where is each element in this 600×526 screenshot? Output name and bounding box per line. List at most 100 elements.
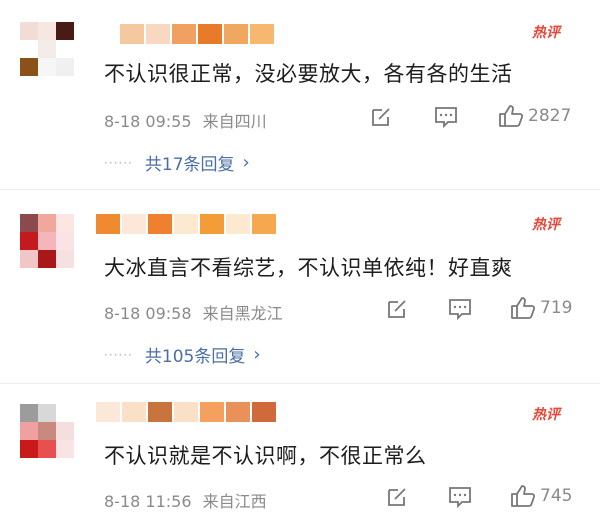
chevron-right-icon: › — [242, 152, 250, 173]
thumbs-up-icon — [511, 485, 536, 507]
avatar[interactable] — [20, 404, 74, 458]
like-count: 745 — [540, 486, 573, 506]
avatar-mosaic-cell — [56, 22, 74, 40]
username-mosaic-cell — [148, 214, 172, 234]
repost-button[interactable] — [386, 486, 408, 508]
avatar-mosaic-cell — [20, 440, 38, 458]
comment-icon — [449, 299, 471, 320]
username-mosaic-cell — [198, 24, 222, 44]
like-count: 2827 — [528, 106, 572, 126]
like-count: 719 — [540, 298, 573, 318]
avatar-mosaic-cell — [20, 404, 38, 422]
avatar-mosaic-cell — [56, 232, 74, 250]
avatar[interactable] — [20, 22, 74, 76]
avatar-mosaic-cell — [38, 214, 56, 232]
replies-count: 共105条回复 — [144, 347, 246, 367]
avatar-mosaic-cell — [20, 58, 38, 76]
comment-time: 8-18 11:56 — [104, 492, 192, 511]
username-mosaic-cell — [122, 214, 146, 234]
comment-icon — [449, 487, 471, 508]
avatar-mosaic-cell — [20, 22, 38, 40]
avatar-mosaic-cell — [38, 250, 56, 268]
username-mosaic-cell — [146, 24, 170, 44]
comment-time: 8-18 09:55 — [104, 112, 192, 131]
username-mosaic-cell — [174, 214, 198, 234]
username-mosaic-cell — [200, 402, 224, 422]
avatar-mosaic-cell — [56, 40, 74, 58]
avatar-mosaic-cell — [38, 22, 56, 40]
view-replies-link[interactable]: ······ 共17条回复 › — [104, 150, 250, 175]
comment-text: 大冰直言不看综艺，不认识单依纯！好直爽 — [104, 256, 513, 280]
comment-icon — [435, 107, 457, 128]
hot-comment-badge: 热评 — [532, 217, 560, 233]
username[interactable] — [96, 214, 276, 234]
avatar-mosaic-cell — [20, 232, 38, 250]
like-button[interactable]: 719 — [510, 296, 572, 320]
comment-meta: 8-18 09:58 来自黑龙江 — [104, 300, 283, 324]
reply-button[interactable] — [448, 298, 472, 320]
username-mosaic-cell — [172, 24, 196, 44]
comment-item: 热评 不认识就是不认识啊，不很正常么 8-18 11:56 来自江西 745 — [0, 384, 600, 526]
avatar[interactable] — [20, 214, 74, 268]
comment-meta: 8-18 09:55 来自四川 — [104, 108, 267, 132]
comment-text: 不认识很正常，没必要放大，各有各的生活 — [104, 62, 513, 86]
avatar-mosaic-cell — [38, 58, 56, 76]
hot-comment-badge: 热评 — [532, 407, 560, 423]
replies-count: 共17条回复 — [144, 155, 235, 175]
username-mosaic-cell — [96, 214, 120, 234]
comment-text: 不认识就是不认识啊，不很正常么 — [104, 444, 427, 468]
username-mosaic-cell — [120, 24, 144, 44]
comment-location: 来自江西 — [202, 492, 267, 511]
avatar-mosaic-cell — [56, 250, 74, 268]
view-replies-link[interactable]: ······ 共105条回复 › — [104, 342, 261, 367]
repost-icon — [388, 488, 406, 506]
avatar-mosaic-cell — [38, 232, 56, 250]
reply-button[interactable] — [448, 486, 472, 508]
username-mosaic-cell — [200, 214, 224, 234]
reply-button[interactable] — [434, 106, 458, 128]
repost-icon — [388, 300, 406, 318]
avatar-mosaic-cell — [38, 404, 56, 422]
avatar-mosaic-cell — [56, 440, 74, 458]
dots-decoration: ······ — [104, 155, 133, 170]
username-mosaic-cell — [226, 214, 250, 234]
username[interactable] — [96, 402, 276, 422]
username-mosaic-cell — [174, 402, 198, 422]
thumbs-up-icon — [511, 297, 536, 319]
username-mosaic-cell — [96, 402, 120, 422]
avatar-mosaic-cell — [38, 422, 56, 440]
avatar-mosaic-cell — [56, 214, 74, 232]
comment-location: 来自四川 — [202, 112, 267, 131]
repost-icon — [372, 108, 390, 126]
hot-comment-badge: 热评 — [532, 25, 560, 41]
avatar-mosaic-cell — [20, 250, 38, 268]
avatar-mosaic-cell — [56, 404, 74, 422]
avatar-mosaic-cell — [20, 214, 38, 232]
chevron-right-icon: › — [253, 344, 261, 365]
comment-item: 热评 大冰直言不看综艺，不认识单依纯！好直爽 8-18 09:58 来自黑龙江 … — [0, 190, 600, 384]
repost-button[interactable] — [370, 106, 392, 128]
comment-meta: 8-18 11:56 来自江西 — [104, 488, 267, 512]
username[interactable] — [120, 24, 274, 44]
avatar-mosaic-cell — [38, 40, 56, 58]
comment-location: 来自黑龙江 — [202, 304, 283, 323]
comment-item: 热评 不认识很正常，没必要放大，各有各的生活 8-18 09:55 来自四川 2… — [0, 0, 600, 190]
like-button[interactable]: 2827 — [498, 104, 571, 128]
comment-time: 8-18 09:58 — [104, 304, 192, 323]
dots-decoration: ······ — [104, 347, 133, 362]
username-mosaic-cell — [226, 402, 250, 422]
avatar-mosaic-cell — [20, 422, 38, 440]
thumbs-up-icon — [499, 105, 524, 127]
username-mosaic-cell — [250, 24, 274, 44]
username-mosaic-cell — [252, 214, 276, 234]
avatar-mosaic-cell — [38, 440, 56, 458]
username-mosaic-cell — [252, 402, 276, 422]
like-button[interactable]: 745 — [510, 484, 572, 508]
repost-button[interactable] — [386, 298, 408, 320]
avatar-mosaic-cell — [56, 58, 74, 76]
username-mosaic-cell — [122, 402, 146, 422]
avatar-mosaic-cell — [20, 40, 38, 58]
username-mosaic-cell — [224, 24, 248, 44]
username-mosaic-cell — [148, 402, 172, 422]
avatar-mosaic-cell — [56, 422, 74, 440]
